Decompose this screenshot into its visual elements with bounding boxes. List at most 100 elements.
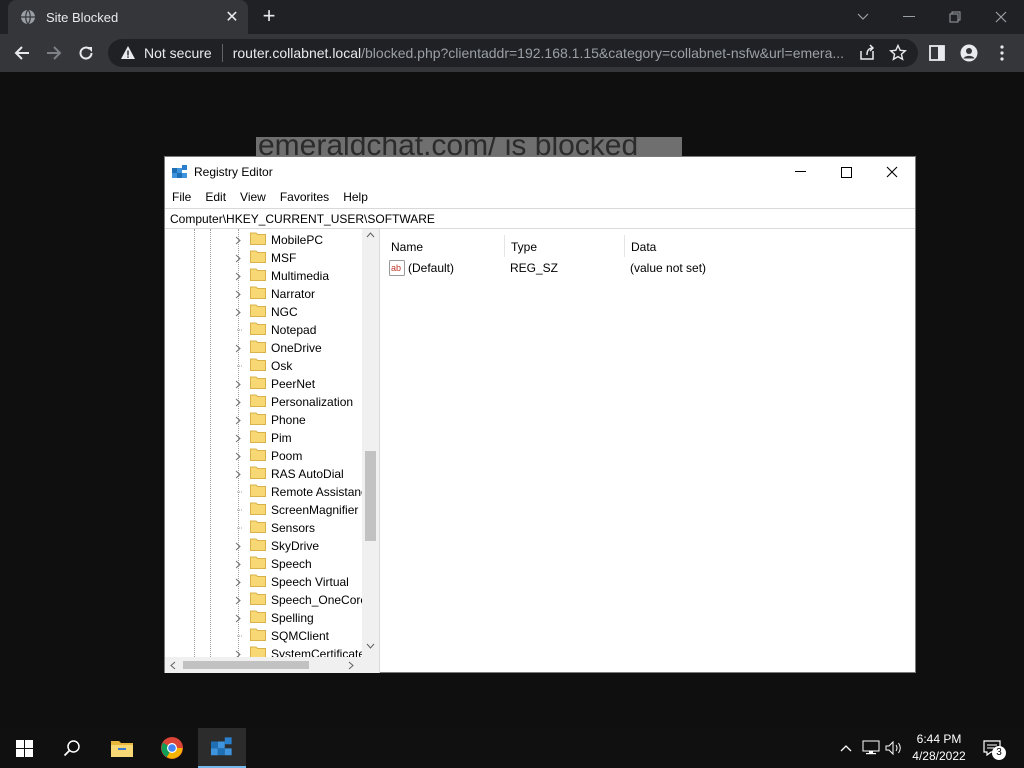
chevron-right-icon[interactable] [231,609,245,627]
tree-node[interactable]: Speech_OneCore [231,591,371,609]
chevron-right-icon[interactable] [231,411,245,429]
share-icon[interactable] [858,44,876,62]
tree-vscroll-thumb[interactable] [365,451,376,541]
star-icon[interactable] [889,44,907,62]
chevron-right-icon[interactable] [231,429,245,447]
maximize-icon[interactable] [823,157,869,187]
chevron-right-icon[interactable] [231,375,245,393]
profile-icon[interactable] [960,44,978,62]
network-icon[interactable] [861,738,881,758]
registry-icon [211,737,232,756]
tree-node[interactable]: ScreenMagnifier [231,501,371,519]
menu-icon[interactable] [993,44,1011,62]
tree-node-label: Speech [271,557,312,571]
tree-node[interactable]: PeerNet [231,375,371,393]
tree-hscroll-thumb[interactable] [183,661,309,669]
tree-node[interactable]: Spelling [231,609,371,627]
scroll-left-icon[interactable] [170,661,176,670]
tree-node[interactable]: MSF [231,249,371,267]
tree-node[interactable]: Notepad [231,321,371,339]
minimize-icon[interactable] [777,157,823,187]
chevron-right-icon[interactable] [231,339,245,357]
tree-node[interactable]: Remote Assistance [231,483,371,501]
chevron-right-icon[interactable] [231,231,245,249]
registry-value-row[interactable]: ab (Default) REG_SZ (value not set) [389,259,706,277]
tab-close-icon[interactable]: ✕ [224,7,240,27]
url-path: /blocked.php?clientaddr=192.168.1.15&cat… [361,45,845,61]
svg-text:ab: ab [391,263,401,273]
chevron-right-icon[interactable] [231,393,245,411]
scroll-down-icon[interactable] [366,643,375,649]
chrome-button[interactable] [148,728,196,768]
not-secure-label[interactable]: Not secure [144,45,212,61]
regedit-taskbar-button[interactable] [198,728,246,768]
tree-node[interactable]: Speech [231,555,371,573]
tree-node[interactable]: Pim [231,429,371,447]
chevron-right-icon[interactable] [231,591,245,609]
regedit-address-bar[interactable]: Computer\HKEY_CURRENT_USER\SOFTWARE [165,208,915,229]
chevron-right-icon[interactable] [231,285,245,303]
chevron-right-icon[interactable] [231,537,245,555]
chevron-right-icon[interactable] [231,447,245,465]
chevron-right-icon[interactable] [231,555,245,573]
menu-edit[interactable]: Edit [198,187,233,207]
tree-node[interactable]: SkyDrive [231,537,371,555]
column-header-type[interactable]: Type [505,235,625,257]
tree-node[interactable]: Osk [231,357,371,375]
regedit-titlebar[interactable]: Registry Editor [165,157,915,187]
chevron-right-icon[interactable] [231,249,245,267]
tree-node[interactable]: Narrator [231,285,371,303]
file-explorer-button[interactable] [98,728,146,768]
address-bar[interactable]: Not secure router.collabnet.local/blocke… [108,39,918,67]
chevron-right-icon[interactable] [231,465,245,483]
new-tab-button[interactable]: + [258,5,280,29]
search-button[interactable] [48,728,96,768]
regedit-menubar: File Edit View Favorites Help [165,187,915,207]
chevron-right-icon[interactable] [231,267,245,285]
restore-icon[interactable] [932,0,978,34]
chevron-up-icon[interactable] [836,738,856,758]
url-text[interactable]: router.collabnet.local/blocked.php?clien… [233,45,853,61]
taskbar-clock[interactable]: 6:44 PM 4/28/2022 [908,731,970,765]
tree-node[interactable]: Poom [231,447,371,465]
tree-node[interactable]: NGC [231,303,371,321]
tree-horizontal-scrollbar[interactable] [165,657,379,673]
taskbar: 6:44 PM 4/28/2022 [0,728,1024,768]
column-header-data[interactable]: Data [625,235,915,257]
tree-node[interactable]: MobilePC [231,231,371,249]
menu-file[interactable]: File [165,187,198,207]
start-button[interactable] [0,728,48,768]
tab-site-blocked[interactable]: Site Blocked ✕ [8,0,248,34]
close-icon[interactable] [978,0,1024,34]
sidepanel-icon[interactable] [928,44,946,62]
reload-icon[interactable] [72,39,100,67]
tree-node[interactable]: RAS AutoDial [231,465,371,483]
tree-node-label: ScreenMagnifier [271,503,359,517]
tree-node[interactable]: Personalization [231,393,371,411]
minimize-icon[interactable] [886,0,932,34]
menu-favorites[interactable]: Favorites [273,187,336,207]
chevron-right-icon[interactable] [231,303,245,321]
registry-values-pane[interactable]: Name Type Data ab (Default) REG_SZ (valu… [385,229,915,673]
forward-icon[interactable] [40,39,68,67]
tree-node[interactable]: SQMClient [231,627,371,645]
registry-tree-pane[interactable]: MobilePC MSF Multimedia Narrator NGC Notepad O… [165,229,380,673]
menu-view[interactable]: View [233,187,273,207]
scroll-up-icon[interactable] [366,232,375,238]
tree-node[interactable]: Speech Virtual [231,573,371,591]
tree-node[interactable]: Phone [231,411,371,429]
column-header-name[interactable]: Name [385,235,505,257]
tree-vertical-scrollbar[interactable] [362,229,379,657]
back-icon[interactable] [8,39,36,67]
volume-icon[interactable] [884,738,904,758]
scroll-right-icon[interactable] [348,661,354,670]
tree-node[interactable]: Multimedia [231,267,371,285]
tree-node[interactable]: OneDrive [231,339,371,357]
menu-help[interactable]: Help [336,187,375,207]
tree-node[interactable]: Sensors [231,519,371,537]
globe-icon [21,9,35,25]
close-icon[interactable] [869,157,915,187]
chevron-right-icon[interactable] [231,573,245,591]
chevron-down-icon[interactable] [840,0,886,34]
value-name: (Default) [408,261,455,275]
